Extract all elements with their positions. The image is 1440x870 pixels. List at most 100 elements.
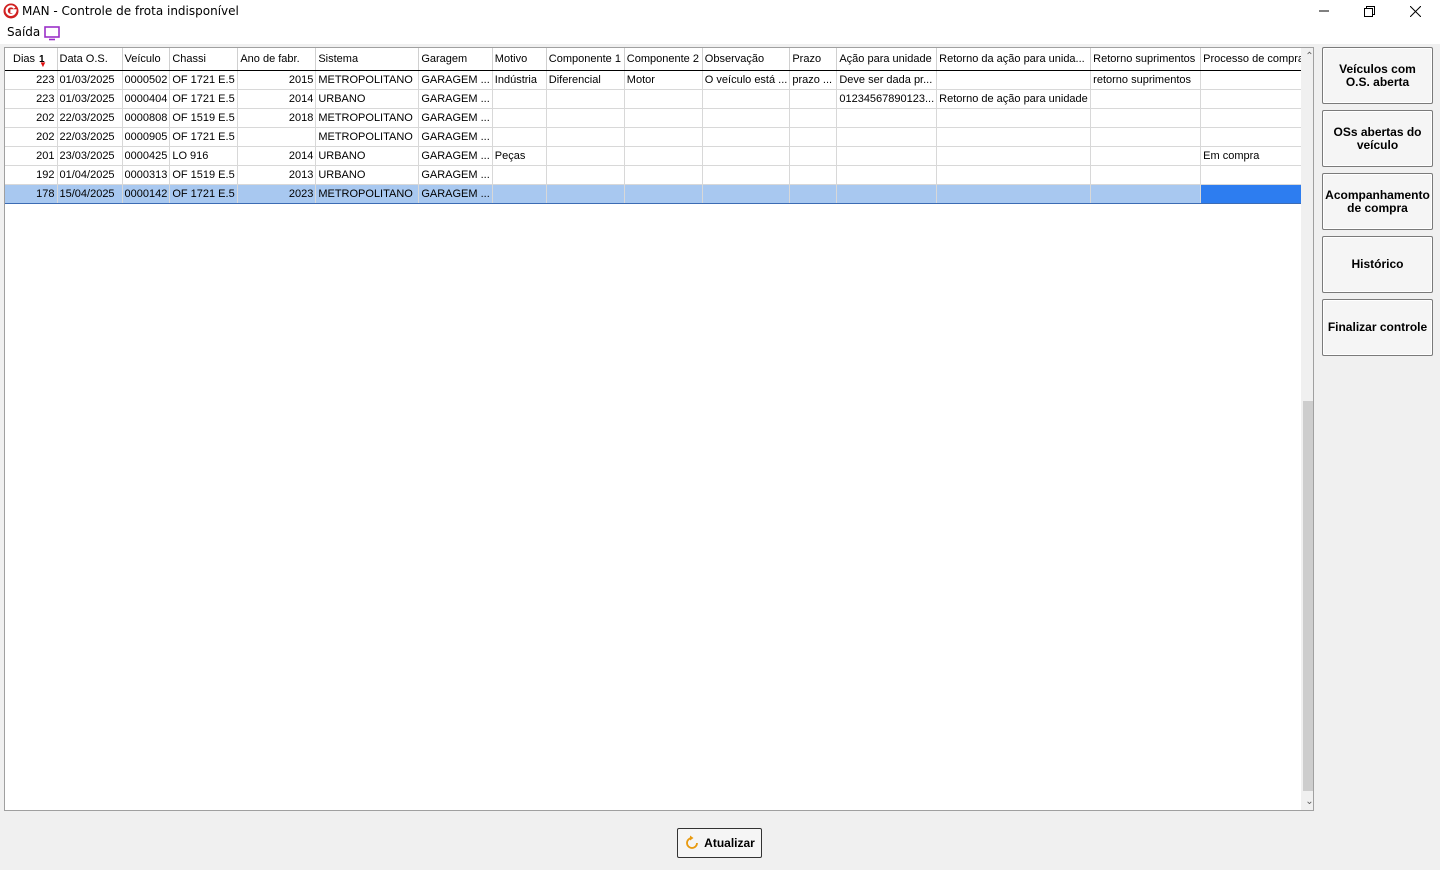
table-row[interactable]: 201 23/03/2025 0000425 LO 916 2014 URBANO GARA… (5, 146, 1308, 166)
table-cell[interactable]: URBANO (315, 146, 420, 166)
table-cell[interactable] (1200, 89, 1308, 109)
table-cell[interactable] (1200, 70, 1308, 90)
table-cell[interactable]: GARAGEM ... (418, 89, 493, 109)
table-cell[interactable]: GARAGEM ... (418, 108, 493, 128)
table-cell[interactable] (1200, 127, 1308, 147)
table-cell[interactable]: 2014 (237, 146, 317, 166)
table-cell[interactable]: OF 1721 E.5 (169, 127, 239, 147)
table-cell[interactable]: Indústria (492, 70, 547, 90)
column-header-processo-compra[interactable]: Processo de compra (1200, 48, 1308, 71)
table-cell[interactable] (624, 127, 703, 147)
monitor-icon[interactable] (43, 25, 61, 41)
table-cell[interactable]: 0000808 (122, 108, 171, 128)
table-cell[interactable] (624, 146, 703, 166)
table-cell[interactable]: Retorno de ação para unidade (936, 89, 1092, 109)
table-cell[interactable] (1090, 146, 1202, 166)
table-cell[interactable]: OF 1519 E.5 (169, 165, 239, 185)
fleet-grid[interactable]: Dias 1 ▼ Data O.S. Veículo Chassi Ano de f… (4, 47, 1314, 811)
column-header-veiculo[interactable]: Veículo (122, 48, 171, 71)
table-cell[interactable]: prazo ... (789, 70, 838, 90)
table-cell[interactable]: LO 916 (169, 146, 239, 166)
table-cell[interactable] (836, 183, 938, 204)
table-cell[interactable] (546, 165, 625, 185)
oss-abertas-veiculo-button[interactable]: OSs abertas do veículo (1322, 110, 1433, 167)
table-cell[interactable] (1090, 165, 1202, 185)
table-cell[interactable] (702, 108, 791, 128)
scrollbar-thumb[interactable] (1303, 401, 1313, 791)
table-cell[interactable]: 202 (5, 108, 58, 128)
table-cell[interactable] (624, 108, 703, 128)
table-cell[interactable]: 223 (5, 89, 58, 109)
table-cell[interactable] (936, 127, 1092, 147)
table-cell[interactable] (624, 89, 703, 109)
table-cell[interactable] (546, 127, 625, 147)
table-cell[interactable]: 22/03/2025 (57, 127, 123, 147)
table-cell[interactable] (702, 183, 791, 204)
table-cell[interactable] (789, 146, 838, 166)
column-header-ano-fabr[interactable]: Ano de fabr. (237, 48, 317, 71)
column-header-motivo[interactable]: Motivo (492, 48, 547, 71)
table-row[interactable]: 223 01/03/2025 0000404 OF 1721 E.5 2014 URBAN… (5, 89, 1308, 109)
table-cell[interactable]: 202 (5, 127, 58, 147)
table-cell[interactable]: OF 1519 E.5 (169, 108, 239, 128)
table-cell[interactable]: retorno suprimentos (1090, 70, 1202, 90)
table-cell[interactable]: 223 (5, 70, 58, 90)
table-cell[interactable]: 0000905 (122, 127, 171, 147)
table-row[interactable]: 202 22/03/2025 0000905 OF 1721 E.5 METROPOLI… (5, 127, 1308, 147)
table-cell[interactable] (492, 183, 547, 204)
table-cell[interactable]: 01/03/2025 (57, 70, 123, 90)
table-cell[interactable]: 01/04/2025 (57, 165, 123, 185)
table-cell[interactable]: 15/04/2025 (57, 183, 123, 204)
table-cell[interactable]: OF 1721 E.5 (169, 89, 239, 109)
table-cell[interactable] (624, 165, 703, 185)
table-cell[interactable] (789, 165, 838, 185)
veiculos-os-aberta-button[interactable]: Veículos com O.S. aberta (1322, 47, 1433, 104)
table-cell[interactable]: 192 (5, 165, 58, 185)
restore-button[interactable] (1346, 0, 1392, 22)
table-cell[interactable]: Motor (624, 70, 703, 90)
table-cell[interactable]: OF 1721 E.5 (169, 70, 239, 90)
table-cell[interactable]: 0000502 (122, 70, 171, 90)
table-cell[interactable] (1200, 183, 1308, 204)
table-cell[interactable]: GARAGEM ... (418, 127, 493, 147)
table-cell[interactable] (624, 183, 703, 204)
table-cell[interactable]: URBANO (315, 89, 420, 109)
table-cell[interactable] (702, 127, 791, 147)
table-cell[interactable]: 0000142 (122, 183, 171, 204)
table-row[interactable]: 202 22/03/2025 0000808 OF 1519 E.5 2018 METRO… (5, 108, 1308, 128)
table-cell[interactable] (546, 146, 625, 166)
column-header-chassi[interactable]: Chassi (169, 48, 239, 71)
table-cell[interactable] (492, 108, 547, 128)
table-cell[interactable]: GARAGEM ... (418, 70, 493, 90)
table-cell[interactable]: 2015 (237, 70, 317, 90)
table-cell[interactable]: METROPOLITANO (315, 108, 420, 128)
table-cell[interactable] (789, 183, 838, 204)
table-cell[interactable]: OF 1721 E.5 (169, 183, 239, 204)
table-cell[interactable]: URBANO (315, 165, 420, 185)
column-header-acao-unidade[interactable]: Ação para unidade (836, 48, 938, 71)
table-row[interactable]: 192 01/04/2025 0000313 OF 1519 E.5 2013 URBAN… (5, 165, 1308, 185)
table-cell[interactable] (936, 70, 1092, 90)
table-cell[interactable] (836, 108, 938, 128)
scroll-up-icon[interactable]: ⌃ (1301, 48, 1313, 65)
table-cell[interactable] (546, 108, 625, 128)
column-header-componente-1[interactable]: Componente 1 (546, 48, 625, 71)
close-button[interactable] (1392, 0, 1438, 22)
table-cell[interactable]: METROPOLITANO (315, 183, 420, 204)
finalizar-controle-button[interactable]: Finalizar controle (1322, 299, 1433, 356)
table-cell[interactable]: 23/03/2025 (57, 146, 123, 166)
table-cell[interactable]: 0000404 (122, 89, 171, 109)
column-header-componente-2[interactable]: Componente 2 (624, 48, 703, 71)
table-cell[interactable] (836, 146, 938, 166)
table-cell[interactable]: GARAGEM ... (418, 183, 493, 204)
column-header-data-os[interactable]: Data O.S. (57, 48, 123, 71)
table-cell[interactable]: 178 (5, 183, 58, 204)
table-cell[interactable] (546, 183, 625, 204)
table-cell[interactable]: 01/03/2025 (57, 89, 123, 109)
table-cell[interactable]: 2014 (237, 89, 317, 109)
table-cell[interactable] (936, 108, 1092, 128)
table-cell[interactable] (1090, 127, 1202, 147)
column-header-retorno-suprimentos[interactable]: Retorno suprimentos (1090, 48, 1202, 71)
column-header-garagem[interactable]: Garagem (418, 48, 493, 71)
table-cell[interactable] (1200, 108, 1308, 128)
